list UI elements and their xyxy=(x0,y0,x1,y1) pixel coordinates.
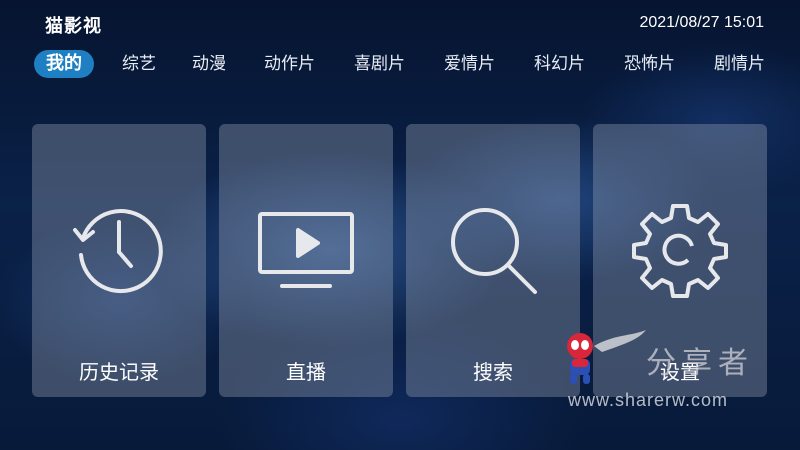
gear-icon xyxy=(630,200,730,300)
settings-label: 设置 xyxy=(660,360,700,384)
search-card[interactable]: 搜索 xyxy=(406,124,580,397)
tv-play-icon xyxy=(256,200,356,300)
tab-comedy[interactable]: 喜剧片 xyxy=(354,50,405,78)
clock: 2021/08/27 15:01 xyxy=(639,14,764,31)
live-card[interactable]: 直播 xyxy=(219,124,393,397)
tab-anime[interactable]: 动漫 xyxy=(192,50,226,78)
tab-variety[interactable]: 综艺 xyxy=(122,50,156,78)
tab-horror[interactable]: 恐怖片 xyxy=(624,50,675,78)
live-label: 直播 xyxy=(286,360,326,384)
tab-drama[interactable]: 剧情片 xyxy=(714,50,765,78)
tab-action[interactable]: 动作片 xyxy=(264,50,315,78)
history-label: 历史记录 xyxy=(79,360,159,384)
settings-card[interactable]: 设置 xyxy=(593,124,767,397)
tab-mine[interactable]: 我的 xyxy=(34,50,94,78)
tab-scifi[interactable]: 科幻片 xyxy=(534,50,585,78)
search-label: 搜索 xyxy=(473,360,513,384)
history-clock-icon xyxy=(69,200,169,300)
history-card[interactable]: 历史记录 xyxy=(32,124,206,397)
app-title: 猫影视 xyxy=(45,16,102,37)
category-tabs: 我的 综艺 动漫 动作片 喜剧片 爱情片 科幻片 恐怖片 剧情片 xyxy=(34,50,778,80)
search-icon xyxy=(443,200,543,300)
tab-romance[interactable]: 爱情片 xyxy=(444,50,495,78)
